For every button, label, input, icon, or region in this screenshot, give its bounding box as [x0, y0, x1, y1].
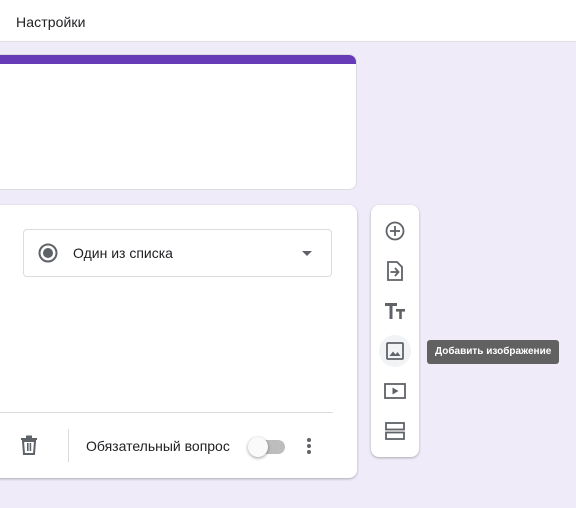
- add-title-button[interactable]: [379, 295, 411, 327]
- question-card[interactable]: Один из списка Обязательный вопрос: [0, 205, 357, 478]
- form-header-card: [0, 54, 357, 190]
- video-icon: [384, 383, 406, 399]
- question-type-dropdown[interactable]: Один из списка: [23, 229, 332, 277]
- footer-separator: [68, 429, 69, 462]
- more-vert-icon: [307, 438, 311, 454]
- title-text-icon: [384, 302, 406, 320]
- add-circle-icon: [385, 221, 405, 241]
- required-label: Обязательный вопрос: [86, 438, 230, 454]
- import-questions-button[interactable]: [379, 255, 411, 287]
- delete-question-button[interactable]: [13, 429, 45, 461]
- add-question-button[interactable]: [379, 215, 411, 247]
- side-toolbar: [371, 205, 419, 457]
- add-section-button[interactable]: [379, 415, 411, 447]
- footer-divider: [0, 412, 333, 413]
- top-bar: Настройки: [0, 0, 576, 42]
- dropdown-arrow-icon: [302, 251, 312, 256]
- add-video-button[interactable]: [379, 375, 411, 407]
- section-icon: [385, 422, 405, 440]
- question-type-label: Один из списка: [73, 245, 173, 261]
- required-toggle[interactable]: [248, 437, 286, 457]
- more-options-button[interactable]: [293, 430, 325, 462]
- image-icon: [386, 342, 404, 360]
- header-accent-bar: [0, 55, 356, 64]
- tab-settings[interactable]: Настройки: [16, 14, 86, 30]
- trash-icon: [20, 435, 38, 455]
- import-questions-icon: [386, 261, 404, 281]
- radio-button-checked-icon: [38, 243, 58, 263]
- toggle-thumb: [248, 437, 268, 457]
- add-image-button[interactable]: [379, 335, 411, 367]
- add-image-tooltip: Добавить изображение: [427, 340, 560, 364]
